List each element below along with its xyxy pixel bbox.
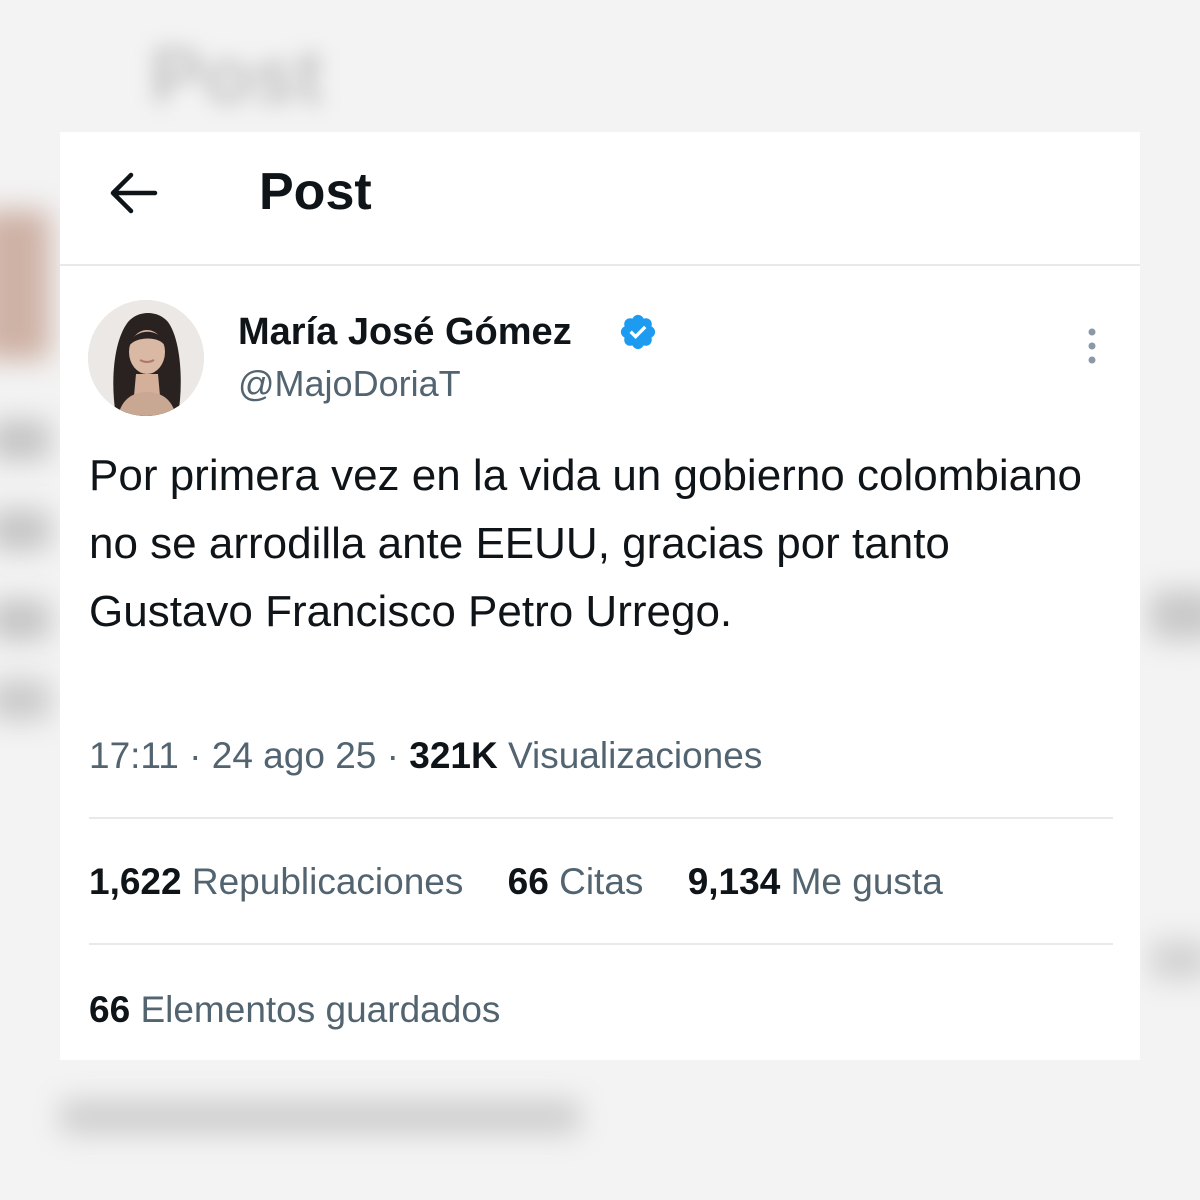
back-button[interactable] bbox=[100, 160, 166, 226]
post-header: Post bbox=[60, 132, 1140, 266]
post-meta: 17:11 · 24 ago 25 · 321K Visualizaciones bbox=[89, 732, 762, 780]
post-card: Post María José Gómez @MajoDoriaT Por pr… bbox=[60, 132, 1140, 1060]
blurred-background-shape bbox=[0, 210, 50, 360]
meta-separator: · bbox=[189, 735, 212, 776]
blurred-background-shape bbox=[60, 1100, 580, 1134]
quotes-count: 66 bbox=[507, 861, 549, 902]
divider bbox=[89, 817, 1113, 819]
author-display-name[interactable]: María José Gómez bbox=[238, 310, 572, 354]
views-count: 321K bbox=[409, 735, 498, 776]
reposts-count: 1,622 bbox=[89, 861, 182, 902]
page-title: Post bbox=[259, 163, 372, 221]
avatar[interactable] bbox=[88, 300, 204, 416]
likes-label: Me gusta bbox=[790, 861, 943, 902]
verified-badge-icon bbox=[620, 314, 656, 350]
more-vertical-icon[interactable] bbox=[1076, 326, 1108, 370]
likes-count: 9,134 bbox=[687, 861, 781, 902]
divider bbox=[89, 943, 1113, 945]
screenshot-stage: Post Post María José Gómez @MajoDoriaT P… bbox=[0, 0, 1200, 1200]
meta-separator: · bbox=[386, 735, 410, 776]
bookmarks-label: Elementos guardados bbox=[140, 989, 501, 1030]
blurred-background-shape bbox=[0, 420, 50, 460]
blurred-background-shape bbox=[1150, 940, 1200, 980]
reposts-label: Republicaciones bbox=[191, 861, 464, 902]
post-date[interactable]: 24 ago 25 bbox=[212, 735, 377, 776]
post-stats: 1,622 Republicaciones 66 Citas 9,134 Me … bbox=[89, 858, 977, 906]
blurred-background-shape bbox=[1150, 590, 1200, 640]
reposts-stat[interactable]: 1,622 Republicaciones bbox=[89, 861, 463, 902]
quotes-stat[interactable]: 66 Citas bbox=[508, 861, 644, 902]
post-time[interactable]: 17:11 bbox=[89, 735, 179, 776]
likes-stat[interactable]: 9,134 Me gusta bbox=[688, 861, 943, 902]
avatar-image bbox=[88, 300, 204, 416]
quotes-label: Citas bbox=[559, 861, 644, 902]
bookmarks-stat[interactable]: 66 Elementos guardados bbox=[89, 986, 500, 1034]
author-handle[interactable]: @MajoDoriaT bbox=[238, 362, 461, 406]
blurred-background-title: Post bbox=[150, 31, 324, 120]
post-text: Por primera vez en la vida un gobierno c… bbox=[89, 451, 1083, 636]
arrow-left-icon bbox=[110, 172, 158, 214]
blurred-background-shape bbox=[0, 510, 50, 550]
bookmarks-count: 66 bbox=[89, 989, 131, 1030]
blurred-background-shape bbox=[0, 600, 50, 640]
blurred-background-shape bbox=[0, 680, 50, 720]
views-label: Visualizaciones bbox=[507, 735, 763, 776]
